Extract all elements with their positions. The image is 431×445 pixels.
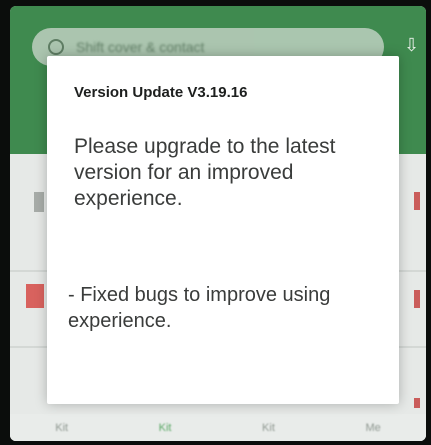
bottom-nav: Kit Kit Kit Me xyxy=(10,414,426,441)
status-marker xyxy=(414,192,420,210)
search-icon xyxy=(48,39,64,55)
status-marker xyxy=(414,290,420,308)
nav-item-3[interactable]: Kit xyxy=(262,422,275,434)
download-icon[interactable]: ⇩ xyxy=(404,36,419,54)
dialog-message: Please upgrade to the latest version for… xyxy=(74,135,336,210)
nav-item-1[interactable]: Kit xyxy=(55,422,68,434)
bookmark-icon xyxy=(26,284,44,308)
status-marker xyxy=(414,398,420,408)
version-update-dialog[interactable]: Version Update V3.19.16 Please upgrade t… xyxy=(47,56,399,404)
nav-item-4[interactable]: Me xyxy=(365,422,380,434)
list-item-marker xyxy=(34,192,44,212)
release-notes: - Fixed bugs to improve using experience… xyxy=(68,284,331,332)
search-placeholder: Shift cover & contact xyxy=(76,39,205,55)
nav-item-2[interactable]: Kit xyxy=(159,422,172,434)
dialog-title: Version Update V3.19.16 xyxy=(74,84,248,101)
